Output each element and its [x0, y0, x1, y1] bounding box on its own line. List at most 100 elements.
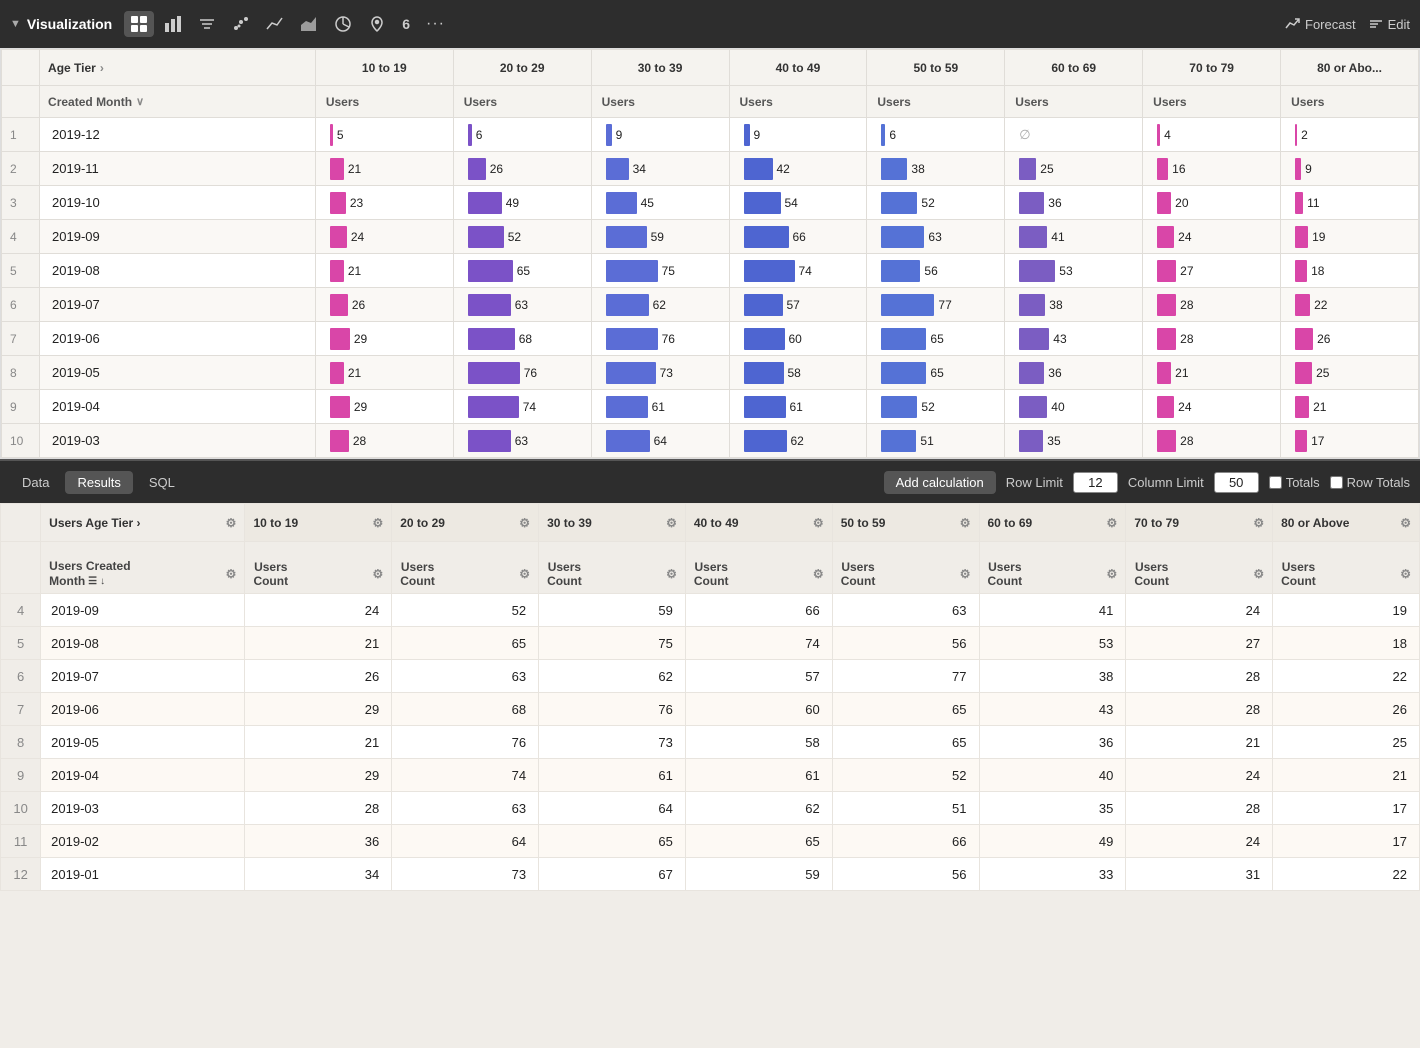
col-70-79-gear[interactable]: ⚙ — [1253, 516, 1264, 530]
users-count-gear-3[interactable]: ⚙ — [666, 567, 677, 581]
users-count-gear-2[interactable]: ⚙ — [519, 567, 530, 581]
results-col-60-69[interactable]: 60 to 69⚙ — [979, 504, 1126, 542]
users-count-header-8[interactable]: UsersCount ⚙ — [1273, 542, 1420, 594]
col-10-19-gear[interactable]: ⚙ — [372, 516, 383, 530]
value-bar — [881, 158, 907, 180]
cell-value: 9 — [754, 128, 761, 142]
table-row: 92019-042974616152402421 — [2, 390, 1419, 424]
col-20-29-gear[interactable]: ⚙ — [519, 516, 530, 530]
users-count-gear-8[interactable]: ⚙ — [1400, 567, 1411, 581]
tab-data[interactable]: Data — [10, 471, 61, 494]
results-col-30-39[interactable]: 30 to 39⚙ — [539, 504, 686, 542]
users-count-header-5[interactable]: UsersCount ⚙ — [832, 542, 979, 594]
pivot-cell: 9 — [591, 118, 729, 152]
results-col-70-79[interactable]: 70 to 79⚙ — [1126, 504, 1273, 542]
filter-button[interactable] — [192, 11, 222, 37]
bar-chart-button[interactable] — [158, 11, 188, 37]
value-bar — [330, 396, 350, 418]
row-totals-checkbox-label[interactable]: Row Totals — [1330, 475, 1410, 490]
cell-value: 28 — [1180, 298, 1193, 312]
results-col-10-19[interactable]: 10 to 19⚙ — [245, 504, 392, 542]
users-count-header-4[interactable]: UsersCount ⚙ — [685, 542, 832, 594]
results-cell: 77 — [832, 660, 979, 693]
pivot-cell: 74 — [453, 390, 591, 424]
cell-value: 21 — [1175, 366, 1188, 380]
col-60-69-gear[interactable]: ⚙ — [1107, 516, 1118, 530]
results-cell: 76 — [392, 726, 539, 759]
results-cell: 59 — [539, 594, 686, 627]
value-bar — [606, 430, 650, 452]
col-50-59-gear[interactable]: ⚙ — [960, 516, 971, 530]
pivot-cell: 34 — [591, 152, 729, 186]
column-limit-input[interactable] — [1214, 472, 1259, 493]
more-button[interactable]: ··· — [420, 11, 451, 37]
row-num-subheader — [2, 86, 40, 118]
users-count-gear-5[interactable]: ⚙ — [960, 567, 971, 581]
results-created-month-header[interactable]: Users Created Month ☰ ↓ ⚙ — [41, 542, 245, 594]
edit-button[interactable]: Edit — [1368, 16, 1410, 32]
age-tier-header[interactable]: Age Tier › — [40, 50, 316, 86]
value-bar — [1295, 396, 1309, 418]
created-month-gear[interactable]: ⚙ — [226, 567, 237, 581]
line-chart-button[interactable] — [260, 11, 290, 37]
value-bar — [1295, 158, 1301, 180]
age-tier-gear-icon[interactable]: ⚙ — [226, 516, 237, 530]
value-bar — [1157, 328, 1176, 350]
row-totals-checkbox[interactable] — [1330, 476, 1343, 489]
users-count-header-6[interactable]: UsersCount ⚙ — [979, 542, 1126, 594]
pivot-cell: 28 — [1143, 288, 1281, 322]
results-cell: 52 — [832, 759, 979, 792]
row-number: 7 — [1, 693, 41, 726]
cell-value: 20 — [1175, 196, 1188, 210]
results-col-20-29[interactable]: 20 to 29⚙ — [392, 504, 539, 542]
col-30-39-gear[interactable]: ⚙ — [666, 516, 677, 530]
results-col-50-59[interactable]: 50 to 59⚙ — [832, 504, 979, 542]
users-count-header-3[interactable]: UsersCount ⚙ — [539, 542, 686, 594]
table-view-button[interactable] — [124, 11, 154, 37]
results-cell: 17 — [1273, 825, 1420, 858]
forecast-button[interactable]: Forecast — [1285, 16, 1356, 32]
value-bar — [1157, 192, 1171, 214]
pivot-cell: 21 — [1281, 390, 1419, 424]
tab-results[interactable]: Results — [65, 471, 132, 494]
cell-value: 25 — [1316, 366, 1329, 380]
tab-sql[interactable]: SQL — [137, 471, 187, 494]
totals-checkbox-label[interactable]: Totals — [1269, 475, 1320, 490]
users-count-gear-1[interactable]: ⚙ — [372, 567, 383, 581]
users-count-header-7[interactable]: UsersCount ⚙ — [1126, 542, 1273, 594]
created-month-header[interactable]: Created Month ∨ — [40, 86, 316, 118]
results-age-tier-header[interactable]: Users Age Tier › ⚙ — [41, 504, 245, 542]
col-40-49-gear[interactable]: ⚙ — [813, 516, 824, 530]
chevron-down-icon: ▼ — [10, 18, 21, 30]
cell-value: 42 — [777, 162, 790, 176]
row-number: 1 — [2, 118, 40, 152]
users-count-header-1[interactable]: UsersCount ⚙ — [245, 542, 392, 594]
results-cell: 19 — [1273, 594, 1420, 627]
users-count-gear-6[interactable]: ⚙ — [1107, 567, 1118, 581]
results-cell: 66 — [832, 825, 979, 858]
results-col-80-above[interactable]: 80 or Above⚙ — [1273, 504, 1420, 542]
pivot-cell: 65 — [867, 356, 1005, 390]
value-bar — [330, 192, 346, 214]
users-count-gear-4[interactable]: ⚙ — [813, 567, 824, 581]
pie-chart-button[interactable] — [328, 11, 358, 37]
add-calculation-button[interactable]: Add calculation — [884, 471, 996, 494]
row-limit-input[interactable] — [1073, 472, 1118, 493]
users-count-header-2[interactable]: UsersCount ⚙ — [392, 542, 539, 594]
value-bar — [1157, 362, 1171, 384]
area-chart-button[interactable] — [294, 11, 324, 37]
value-bar — [744, 158, 773, 180]
scatter-button[interactable] — [226, 11, 256, 37]
row-number: 11 — [1, 825, 41, 858]
value-bar — [606, 192, 637, 214]
users-count-gear-7[interactable]: ⚙ — [1253, 567, 1264, 581]
cell-value: 36 — [1048, 366, 1061, 380]
results-col-40-49[interactable]: 40 to 49⚙ — [685, 504, 832, 542]
col-80-above-gear[interactable]: ⚙ — [1400, 516, 1411, 530]
totals-checkbox[interactable] — [1269, 476, 1282, 489]
map-button[interactable] — [362, 11, 392, 37]
results-table: Users Age Tier › ⚙ 10 to 19⚙ 20 to 29⚙ 3… — [0, 503, 1420, 891]
row-number: 10 — [2, 424, 40, 458]
table-row: 82019-052176735865362125 — [1, 726, 1420, 759]
number-button[interactable]: 6 — [396, 12, 416, 36]
